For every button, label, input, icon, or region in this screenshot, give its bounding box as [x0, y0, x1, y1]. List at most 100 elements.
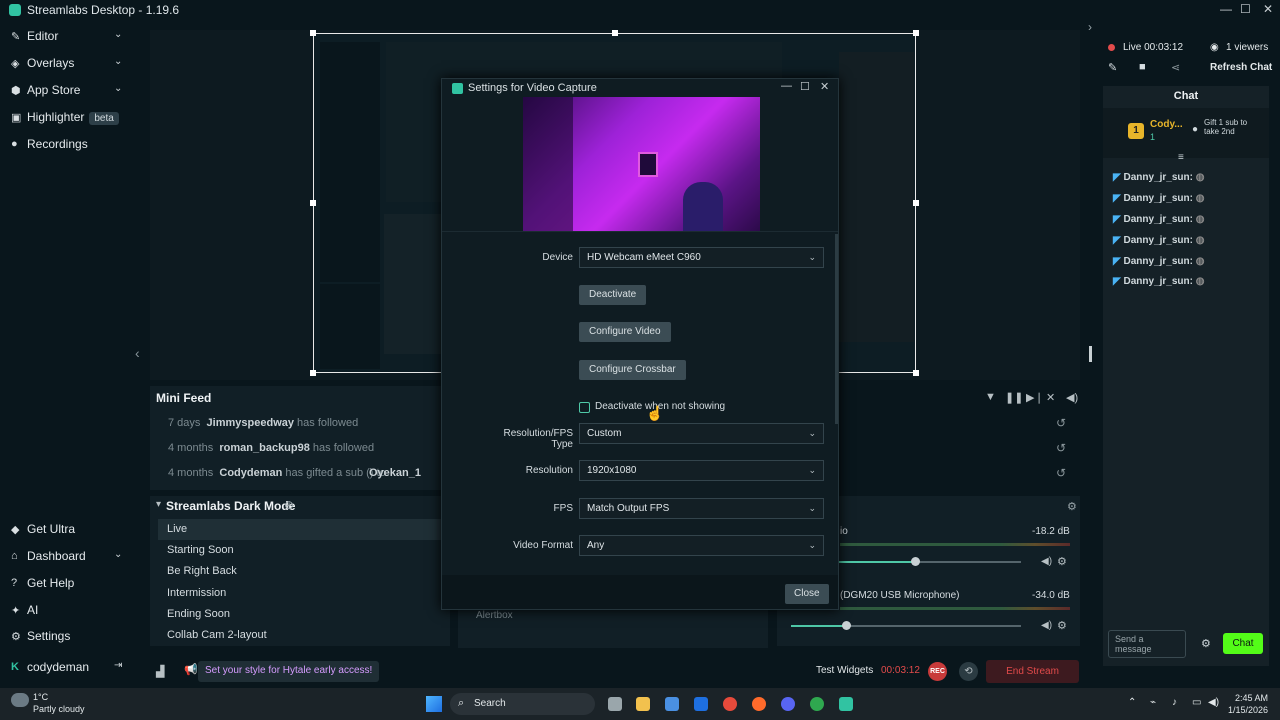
windows-start-icon[interactable] — [426, 696, 442, 712]
resfps-select[interactable]: Custom ⌄ — [579, 423, 824, 444]
taskbar-date[interactable]: 1/15/2026 — [1220, 705, 1268, 715]
fps-select[interactable]: Match Output FPS ⌄ — [579, 498, 824, 519]
dialog-minimize-button[interactable]: — — [781, 80, 792, 92]
video-capture-settings-dialog: Settings for Video Capture — ☐ ✕ Device … — [441, 78, 839, 610]
dialog-maximize-button[interactable]: ☐ — [800, 80, 810, 93]
sidebar-item-settings[interactable]: ⚙ Settings — [0, 623, 136, 649]
edit-stream-icon[interactable]: ✎ — [1108, 61, 1117, 74]
scene-item[interactable]: Be Right Back — [158, 561, 448, 582]
chat-input[interactable]: Send a message — [1108, 630, 1186, 658]
scene-item[interactable]: Intermission — [158, 583, 448, 604]
resize-handle[interactable] — [310, 200, 316, 206]
tray-chevron-icon[interactable]: ⌃ — [1128, 697, 1136, 708]
outlook-icon[interactable] — [694, 697, 708, 711]
gear-icon[interactable]: ⚙ — [1057, 555, 1067, 568]
configure-crossbar-button[interactable]: Configure Crossbar — [579, 360, 686, 380]
stats-icon[interactable]: ▟ — [156, 665, 164, 678]
xbox-icon[interactable] — [810, 697, 824, 711]
resize-handle[interactable] — [913, 370, 919, 376]
resize-handle[interactable] — [612, 30, 618, 36]
browser-icon[interactable] — [752, 697, 766, 711]
resize-handle[interactable] — [913, 200, 919, 206]
chrome-icon[interactable] — [723, 697, 737, 711]
deactivate-button[interactable]: Deactivate — [579, 285, 647, 305]
volume-icon[interactable]: ◀) — [1066, 391, 1078, 404]
end-stream-button[interactable]: End Stream — [986, 660, 1079, 683]
deactivate-hidden-checkbox[interactable] — [579, 402, 590, 413]
store-icon[interactable] — [665, 697, 679, 711]
chat-settings-icon[interactable]: ⚙ — [1201, 637, 1211, 650]
test-widgets-button[interactable]: Test Widgets — [816, 665, 873, 676]
scene-item[interactable]: Ending Soon — [158, 604, 448, 625]
promo-banner[interactable]: Set your style for Hytale early access! — [198, 661, 380, 682]
close-button[interactable]: Close — [785, 584, 829, 604]
minimize-button[interactable]: — — [1220, 2, 1232, 16]
sidebar-item-get-help[interactable]: ? Get Help — [0, 570, 136, 596]
resize-handle[interactable] — [913, 30, 919, 36]
filter-icon[interactable]: ▼ — [985, 391, 996, 403]
dialog-app-icon — [452, 83, 463, 94]
scene-item[interactable]: Starting Soon — [158, 540, 448, 561]
file-explorer-icon[interactable] — [636, 697, 650, 711]
scene-item[interactable]: Live — [158, 519, 448, 540]
pause-icon[interactable]: ❚❚ — [1005, 391, 1023, 404]
configure-video-button[interactable]: Configure Video — [579, 322, 671, 342]
scene-item[interactable]: Collab Cam 2-layout — [158, 625, 448, 646]
mic-icon[interactable]: ♪ — [1172, 697, 1177, 708]
speaker-icon[interactable]: ◀) — [1041, 556, 1052, 567]
chat-send-button[interactable]: Chat — [1223, 633, 1263, 654]
sidebar-item-label: AI — [27, 603, 39, 617]
gear-icon[interactable]: ⚙ — [1057, 619, 1067, 632]
scene-collection-title[interactable]: Streamlabs Dark Mode — [166, 499, 295, 513]
source-item[interactable]: Alertbox — [476, 610, 513, 621]
skip-icon[interactable]: ▶❘ — [1026, 391, 1044, 404]
replay-icon[interactable]: ↺ — [1056, 441, 1066, 455]
volume-slider-knob[interactable] — [911, 557, 920, 566]
network-icon[interactable]: ⌁ — [1150, 697, 1156, 708]
volume-slider-knob[interactable] — [842, 621, 851, 630]
replay-buffer-icon[interactable]: ⟲ — [959, 662, 978, 681]
logout-icon[interactable]: ⇥ — [114, 660, 122, 671]
sidebar-item-highlighter[interactable]: ▣ Highlighter beta — [0, 104, 136, 130]
mixer-settings-icon[interactable]: ⚙ — [1067, 500, 1077, 513]
refresh-chat-button[interactable]: Refresh Chat — [1210, 62, 1272, 73]
sidebar-item-overlays[interactable]: ◈ Overlays ⌄ — [0, 50, 136, 76]
feed-text: has followed — [312, 442, 375, 454]
taskbar-time[interactable]: 2:45 AM — [1232, 693, 1268, 703]
record-button[interactable]: REC — [928, 662, 947, 681]
taskbar-search[interactable]: ⌕ Search — [450, 693, 595, 715]
video-format-select[interactable]: Any ⌄ — [579, 535, 824, 556]
collapse-left-icon[interactable]: ‹ — [135, 345, 140, 361]
sidebar-item-get-ultra[interactable]: ◆ Get Ultra — [0, 516, 136, 542]
sidebar-item-recordings[interactable]: ● Recordings — [0, 131, 136, 157]
task-view-icon[interactable] — [608, 697, 622, 711]
speaker-icon[interactable]: ◀) — [1041, 620, 1052, 631]
panel-resize-handle[interactable] — [1089, 346, 1092, 362]
mute-alerts-icon[interactable]: ✕ — [1046, 391, 1055, 404]
speaker-tray-icon[interactable]: ◀) — [1208, 697, 1219, 708]
video-icon[interactable]: ■ — [1139, 61, 1146, 73]
replay-icon[interactable]: ↺ — [1056, 466, 1066, 480]
device-select[interactable]: HD Webcam eMeet C960 ⌄ — [579, 247, 824, 268]
expand-right-icon[interactable]: › — [1088, 20, 1092, 34]
close-window-button[interactable]: ✕ — [1263, 2, 1273, 16]
resize-handle[interactable] — [310, 370, 316, 376]
expand-chat-icon[interactable]: ≡ — [1178, 152, 1184, 163]
discord-icon[interactable] — [781, 697, 795, 711]
sidebar-item-app-store[interactable]: ⬢ App Store ⌄ — [0, 77, 136, 103]
scrollbar[interactable] — [835, 234, 838, 424]
add-scene-icon[interactable]: ⊕ — [284, 498, 294, 512]
maximize-button[interactable]: ☐ — [1240, 2, 1251, 16]
sidebar-item-editor[interactable]: ✎ Editor ⌄ — [0, 23, 136, 49]
replay-icon[interactable]: ↺ — [1056, 416, 1066, 430]
share-icon[interactable]: ⋖ — [1171, 61, 1180, 74]
streamlabs-taskbar-icon[interactable] — [839, 697, 853, 711]
sidebar-item-ai[interactable]: ✦ AI — [0, 597, 136, 623]
sidebar-item-dashboard[interactable]: ⌂ Dashboard ⌄ — [0, 543, 136, 569]
collapse-icon[interactable]: ▾ — [156, 499, 161, 510]
dialog-close-button[interactable]: ✕ — [820, 80, 829, 93]
resize-handle[interactable] — [310, 30, 316, 36]
resolution-select[interactable]: 1920x1080 ⌄ — [579, 460, 824, 481]
sidebar-user[interactable]: K codydeman ⇥ — [0, 654, 136, 680]
display-icon[interactable]: ▭ — [1192, 697, 1201, 708]
